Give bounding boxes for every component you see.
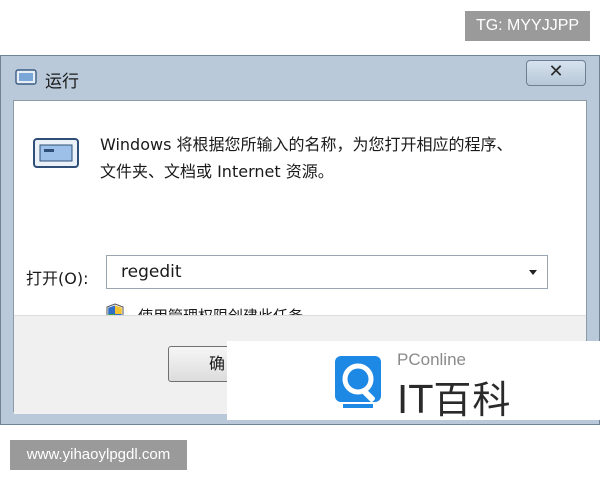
it-baike-title: IT百科 <box>397 378 512 422</box>
description-line-2: 文件夹、文档或 Internet 资源。 <box>100 162 334 181</box>
close-icon: ✕ <box>548 61 564 82</box>
pconline-logo-icon <box>335 356 381 408</box>
run-program-icon <box>33 138 79 168</box>
open-label: 打开(O): <box>26 269 89 288</box>
close-button[interactable]: ✕ <box>526 60 586 86</box>
description-text: Windows 将根据您所输入的名称，为您打开相应的程序、 文件夹、文档或 In… <box>100 131 560 185</box>
title-bar[interactable]: 运行 ✕ <box>1 56 599 100</box>
description-line-1: Windows 将根据您所输入的名称，为您打开相应的程序、 <box>100 135 513 154</box>
run-app-icon <box>15 69 37 85</box>
dropdown-arrow-icon[interactable] <box>529 270 537 275</box>
open-input-value[interactable]: regedit <box>121 262 182 282</box>
watermark-bottom: www.yihaoylpgdl.com <box>10 440 187 470</box>
watermark-top: TG: MYYJJPP <box>465 11 590 41</box>
open-combobox[interactable]: regedit <box>106 255 548 289</box>
pconline-label: PConline <box>397 350 466 369</box>
window-title: 运行 <box>45 72 79 92</box>
pconline-watermark: PConline IT百科 <box>227 341 600 422</box>
